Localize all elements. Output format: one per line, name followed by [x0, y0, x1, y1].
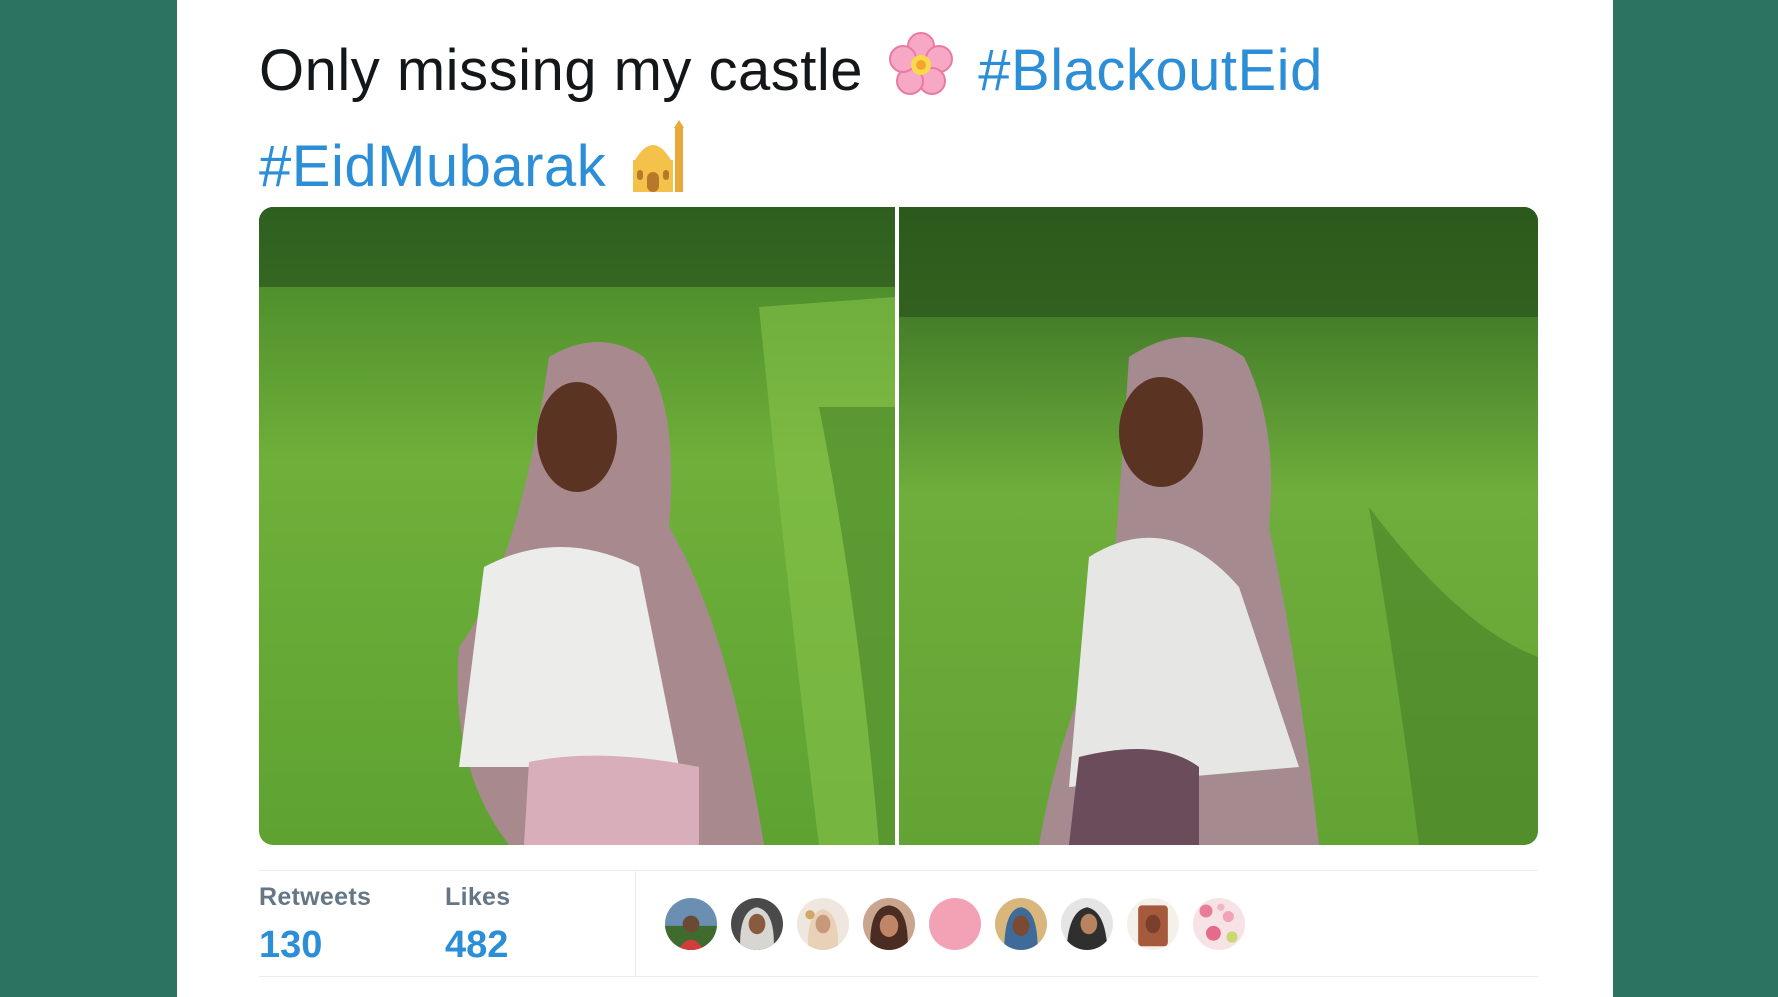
retweets-stat[interactable]: Retweets 130: [259, 883, 371, 967]
hashtag-link[interactable]: #BlackoutEid: [978, 38, 1323, 103]
avatar[interactable]: [861, 896, 917, 952]
avatar[interactable]: [993, 896, 1049, 952]
divider: [259, 870, 1538, 871]
divider: [259, 976, 1538, 977]
tweet-photo[interactable]: [259, 207, 895, 845]
avatar[interactable]: [1059, 896, 1115, 952]
likes-stat[interactable]: Likes 482: [445, 883, 510, 967]
avatar[interactable]: [663, 896, 719, 952]
avatar[interactable]: [729, 896, 785, 952]
tweet-text: Only missing my castle #BlackoutEid #Eid…: [259, 30, 1559, 216]
likes-label: Likes: [445, 883, 511, 911]
tweet-body: Only missing my castle: [259, 38, 864, 103]
tweet-photo[interactable]: [899, 207, 1538, 845]
cherry-blossom-icon: [886, 30, 956, 120]
avatar[interactable]: [795, 896, 851, 952]
hashtag-link[interactable]: #EidMubarak: [259, 134, 606, 199]
avatar[interactable]: [927, 896, 983, 952]
avatar[interactable]: [1191, 896, 1247, 952]
divider: [635, 870, 636, 976]
retweets-label: Retweets: [259, 883, 372, 911]
retweets-count: 130: [259, 924, 323, 966]
likes-count: 482: [445, 924, 509, 966]
tweet-media[interactable]: [259, 207, 1538, 845]
tweet-card: Only missing my castle #BlackoutEid #Eid…: [177, 0, 1613, 997]
mosque-icon: [629, 120, 689, 216]
avatar[interactable]: [1125, 896, 1181, 952]
